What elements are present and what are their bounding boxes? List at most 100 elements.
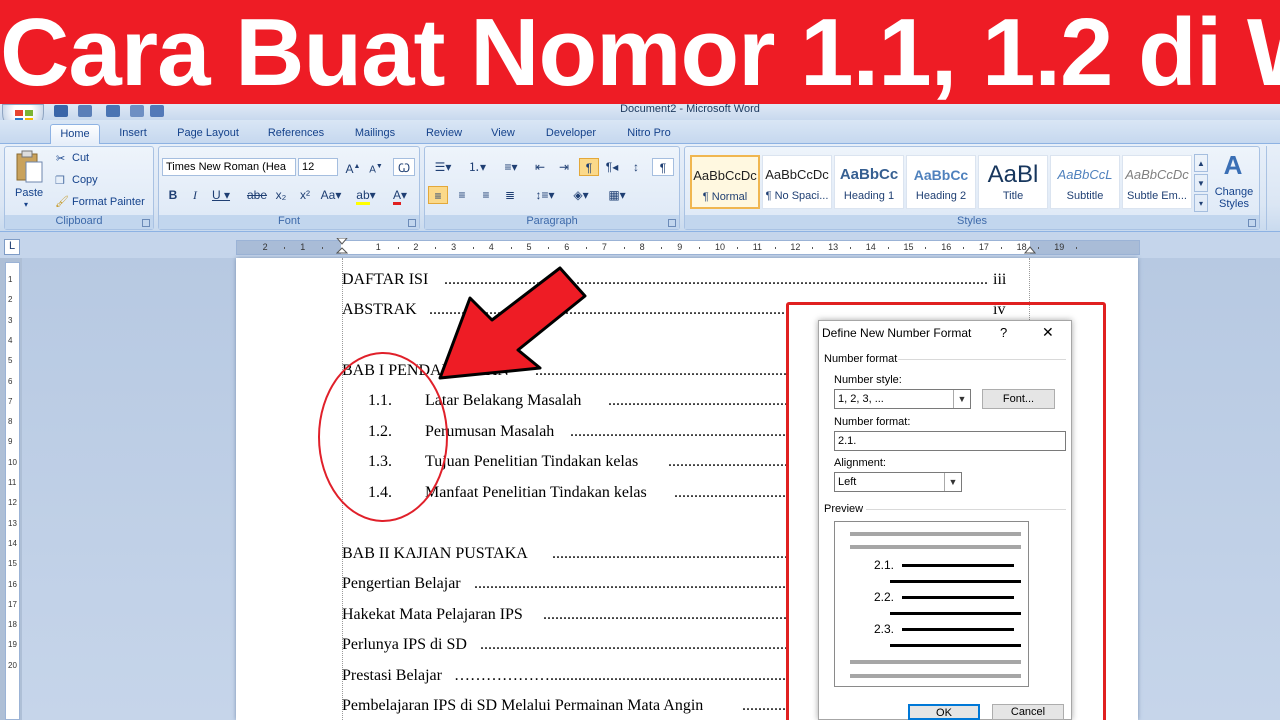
tab-view[interactable]: View [484, 124, 522, 144]
multilevel-list-icon[interactable]: ≡▾ [496, 158, 526, 176]
vruler-tick-label: 3 [8, 315, 13, 325]
toc-subentry[interactable]: Manfaat Penelitian Tindakan kelas [425, 483, 647, 503]
tab-developer[interactable]: Developer [538, 124, 604, 144]
tab-review[interactable]: Review [418, 124, 470, 144]
copy-button[interactable]: Copy [72, 174, 98, 186]
tab-nitro-pro[interactable]: Nitro Pro [620, 124, 678, 144]
number-format-input[interactable]: 2.1. [834, 431, 1066, 451]
styles-scroll-up-icon[interactable]: ▲ [1194, 154, 1208, 172]
font-name-input[interactable]: Times New Roman (Hea [162, 158, 296, 176]
toc-entry[interactable]: Pengertian Belajar [342, 574, 461, 594]
subscript-icon[interactable]: x₂ [272, 186, 290, 204]
print-icon[interactable] [130, 105, 144, 117]
tab-home[interactable]: Home [50, 124, 100, 144]
tab-mailings[interactable]: Mailings [346, 124, 404, 144]
style-subtitle[interactable]: AaBbCcL Subtitle [1050, 155, 1120, 209]
ruler-tick [736, 247, 738, 249]
cut-button[interactable]: Cut [72, 152, 89, 164]
borders-icon[interactable]: ▦▾ [602, 186, 632, 204]
line-spacing-icon[interactable]: ↕≡▾ [530, 186, 560, 204]
highlight-icon[interactable]: ab▾ [352, 186, 380, 205]
indent-marker-icon[interactable] [336, 238, 348, 258]
styles-launcher[interactable] [1248, 219, 1256, 227]
vruler-tick-label: 11 [8, 478, 17, 487]
style-title[interactable]: AaBl Title [978, 155, 1048, 209]
toc-entry[interactable]: Pembelajaran IPS di SD Melalui Permainan… [342, 696, 703, 716]
number-style-select[interactable]: 1, 2, 3, ... ▼ [834, 389, 971, 409]
sort-icon[interactable]: ↕ [626, 158, 646, 176]
alignment-select[interactable]: Left ▼ [834, 472, 962, 492]
vertical-ruler[interactable] [5, 262, 20, 720]
align-left-icon[interactable]: ≡ [428, 186, 448, 204]
change-case-icon[interactable]: Aa▾ [318, 186, 344, 204]
grow-font-icon[interactable]: A▲ [343, 158, 363, 176]
vruler-tick-label: 5 [8, 356, 13, 366]
right-indent-marker-icon[interactable] [1024, 246, 1036, 258]
shading-icon[interactable]: ◈▾ [566, 186, 596, 204]
paste-icon[interactable] [14, 150, 44, 184]
redo-icon[interactable] [106, 105, 120, 117]
font-color-icon[interactable]: A▾ [386, 186, 414, 205]
bullets-icon[interactable]: ☰▾ [428, 158, 458, 176]
justify-icon[interactable]: ≣ [500, 186, 520, 204]
align-center-icon[interactable]: ≡ [452, 186, 472, 204]
superscript-icon[interactable]: x² [296, 186, 314, 204]
tab-selector[interactable]: L [4, 239, 20, 255]
undo-icon[interactable] [78, 105, 92, 117]
toc-entry[interactable]: Hakekat Mata Pelajaran IPS [342, 605, 523, 625]
toc-entry[interactable]: DAFTAR ISI [342, 270, 428, 290]
format-painter-button[interactable]: Format Painter [72, 196, 145, 208]
preview-number: 2.2. [874, 590, 895, 604]
preview-line [902, 564, 1014, 567]
toc-subentry[interactable]: Tujuan Penelitian Tindakan kelas [425, 452, 638, 472]
tab-references[interactable]: References [260, 124, 332, 144]
help-icon[interactable]: ? [1000, 326, 1007, 340]
font-button[interactable]: Font... [982, 389, 1055, 409]
paste-button[interactable]: Paste [15, 187, 43, 199]
save-icon[interactable] [54, 105, 68, 117]
style-heading-1[interactable]: AaBbCc Heading 1 [834, 155, 904, 209]
styles-more-icon[interactable]: ▾ [1194, 194, 1208, 212]
clipboard-launcher[interactable] [142, 219, 150, 227]
font-size-input[interactable]: 12 [298, 158, 338, 176]
show-formatting-icon[interactable]: ¶ [652, 158, 674, 176]
ltr-icon[interactable]: ¶ [579, 158, 599, 176]
toc-chapter[interactable]: BAB II KAJIAN PUSTAKA [342, 544, 528, 564]
italic-icon[interactable]: I [186, 186, 204, 204]
ok-button[interactable]: OK [908, 704, 980, 720]
decrease-indent-icon[interactable]: ⇤ [530, 158, 550, 176]
red-arrow-icon [438, 266, 587, 380]
close-icon[interactable]: ✕ [1042, 325, 1054, 339]
ruler-tick [887, 247, 889, 249]
style-sample: AaBbCcDc [1125, 167, 1189, 182]
ruler-tick [548, 247, 550, 249]
ruler-tick [699, 247, 701, 249]
underline-icon[interactable]: U ▾ [210, 186, 232, 204]
style-no-spacing[interactable]: AaBbCcDc ¶ No Spaci... [762, 155, 832, 209]
styles-scroll-down-icon[interactable]: ▼ [1194, 174, 1208, 192]
tab-insert[interactable]: Insert [110, 124, 156, 144]
quick-print-icon[interactable] [150, 105, 164, 117]
increase-indent-icon[interactable]: ⇥ [554, 158, 574, 176]
strikethrough-icon[interactable]: abe [246, 186, 268, 204]
style-subtle-emphasis[interactable]: AaBbCcDc Subtle Em... [1122, 155, 1192, 209]
cancel-button[interactable]: Cancel [992, 704, 1064, 720]
clear-formatting-icon[interactable]: Ꞷ [393, 158, 415, 176]
toc-entry[interactable]: Perlunya IPS di SD [342, 635, 467, 655]
style-normal[interactable]: AaBbCcDc ¶ Normal [690, 155, 760, 209]
horizontal-ruler[interactable] [236, 240, 1140, 255]
numbering-icon[interactable]: ⒈▾ [462, 158, 492, 176]
paragraph-launcher[interactable] [668, 219, 676, 227]
style-heading-2[interactable]: AaBbCc Heading 2 [906, 155, 976, 209]
font-launcher[interactable] [408, 219, 416, 227]
bold-icon[interactable]: B [164, 186, 182, 204]
toc-entry[interactable]: Prestasi Belajar [342, 666, 442, 686]
tab-page-layout[interactable]: Page Layout [170, 124, 246, 144]
toc-subentry[interactable]: Latar Belakang Masalah [425, 391, 581, 411]
toc-entry[interactable]: ABSTRAK [342, 300, 417, 320]
paste-dropdown-icon[interactable]: ▾ [24, 200, 28, 209]
align-right-icon[interactable]: ≡ [476, 186, 496, 204]
rtl-icon[interactable]: ¶◂ [602, 158, 622, 176]
change-styles-button[interactable]: Change Styles [1212, 186, 1256, 210]
shrink-font-icon[interactable]: A▼ [366, 158, 386, 176]
